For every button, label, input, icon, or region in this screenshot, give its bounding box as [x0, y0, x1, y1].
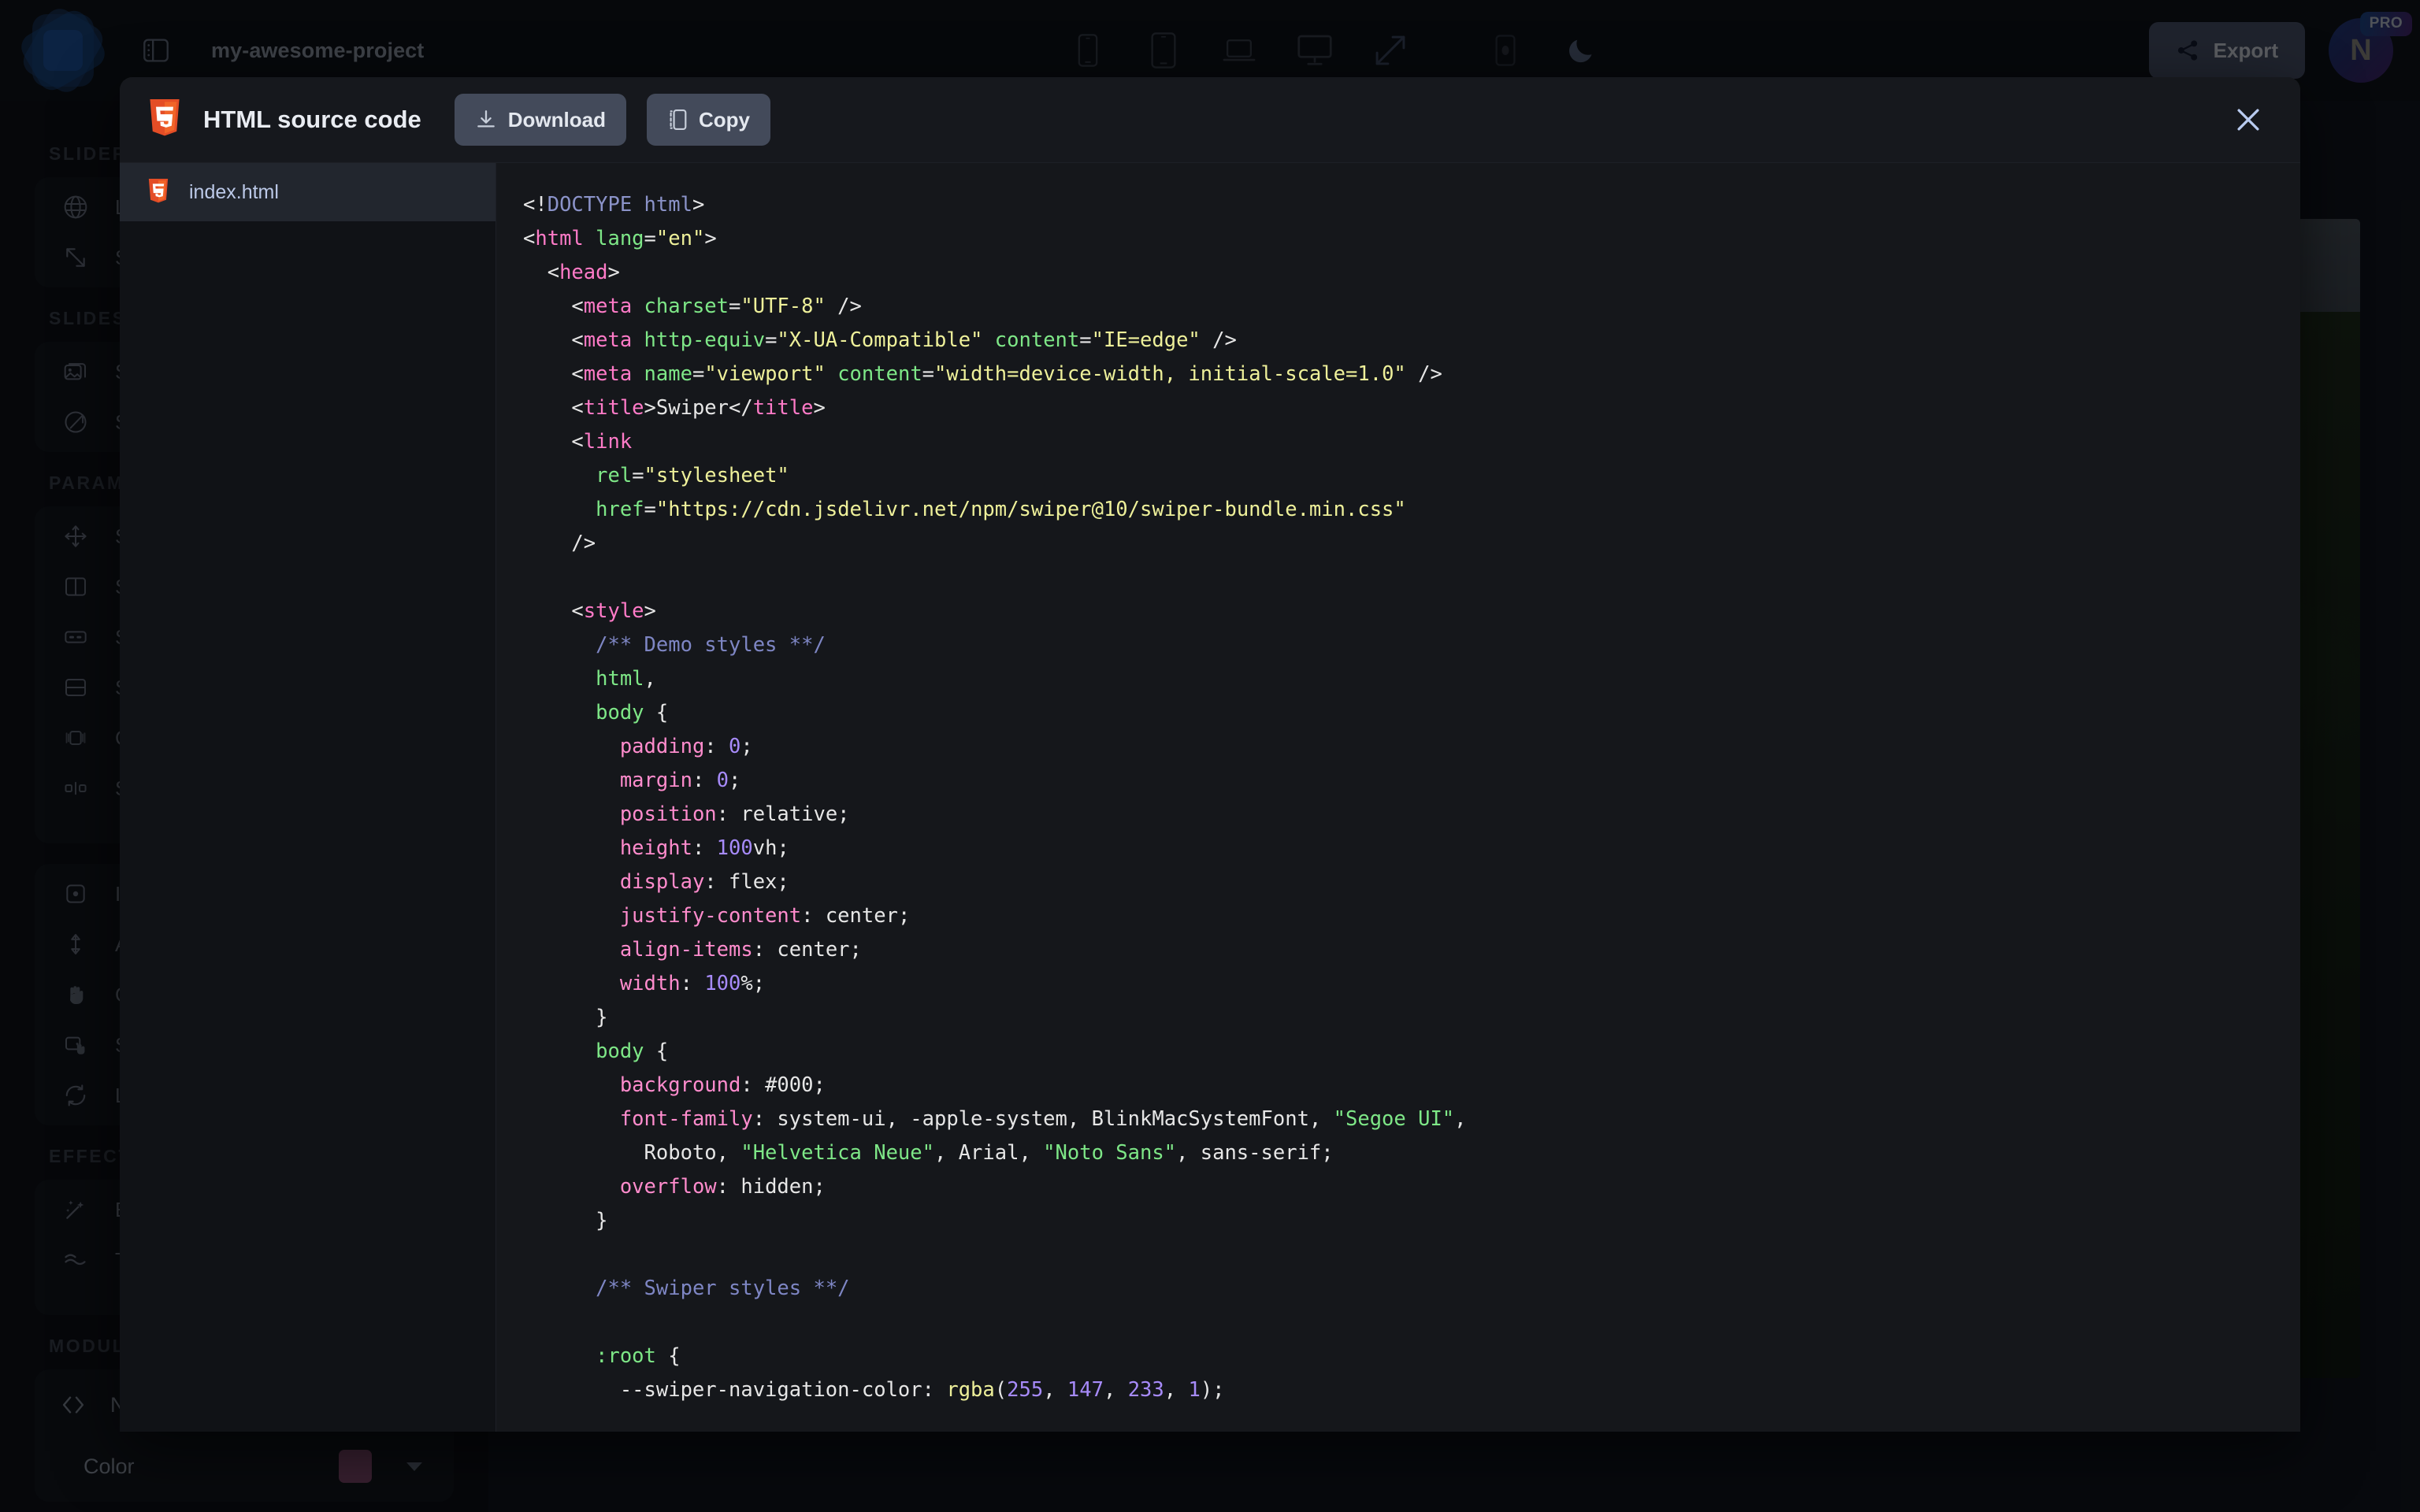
modal-title: HTML source code: [203, 106, 421, 133]
download-label: Download: [507, 107, 606, 132]
copy-icon: [667, 109, 688, 131]
app-root: my-awesome-project: [0, 0, 2420, 1512]
html-source-modal: HTML source code Download Copy index.htm…: [120, 77, 2300, 1432]
modal-body: index.html <!DOCTYPE html> <html lang="e…: [120, 162, 2300, 1432]
download-button[interactable]: Download: [454, 94, 626, 146]
copy-label: Copy: [698, 107, 750, 132]
file-item-index-html[interactable]: index.html: [120, 163, 496, 221]
file-list[interactable]: index.html: [120, 162, 496, 1432]
modal-header: HTML source code Download Copy: [120, 77, 2300, 162]
code-viewer[interactable]: <!DOCTYPE html> <html lang="en"> <head> …: [496, 162, 2300, 1432]
close-icon[interactable]: [2223, 94, 2273, 145]
file-name: index.html: [189, 180, 279, 203]
html5-icon: [147, 99, 183, 140]
code-block: <!DOCTYPE html> <html lang="en"> <head> …: [523, 193, 1467, 1402]
download-icon: [475, 109, 497, 131]
copy-button[interactable]: Copy: [646, 94, 770, 146]
html5-icon: [147, 179, 170, 206]
